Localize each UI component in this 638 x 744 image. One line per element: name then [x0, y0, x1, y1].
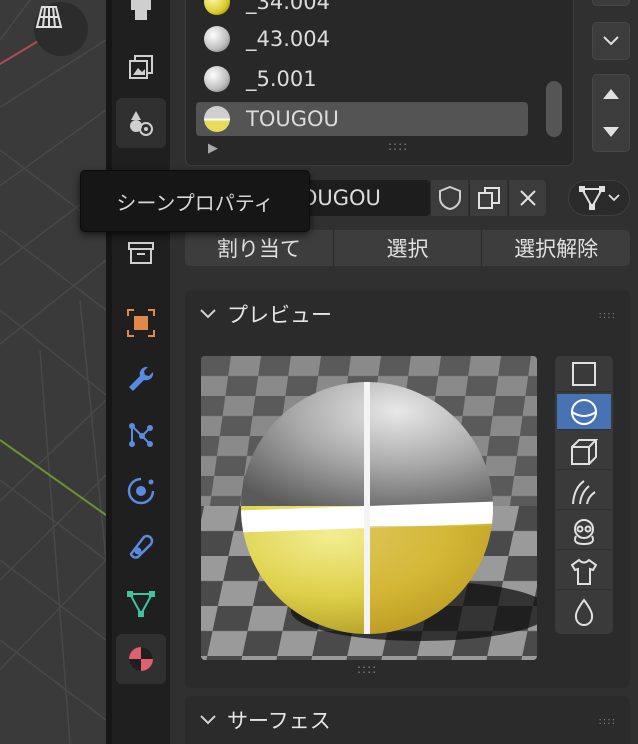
slot-name: TOUGOU [246, 107, 339, 131]
slot-move-buttons [592, 74, 630, 152]
collection-icon [128, 242, 154, 264]
slot-name: _5.001 [246, 67, 317, 91]
tab-tooltip: シーンプロパティ [80, 170, 310, 232]
cube-icon [571, 438, 598, 465]
fake-user-button[interactable] [430, 180, 468, 216]
preview-section: プレビュー :::::::: [185, 290, 630, 688]
shape-cloth-button[interactable] [557, 554, 611, 590]
render-icon [131, 0, 151, 20]
preview-section-header[interactable]: プレビュー [185, 290, 630, 338]
tab-physics[interactable] [116, 466, 166, 516]
shape-fluid-button[interactable] [557, 594, 611, 630]
close-icon [519, 190, 536, 206]
drag-handle-icon[interactable]: :::: [599, 716, 616, 727]
chevron-down-icon [603, 36, 619, 46]
shape-flat-button[interactable] [557, 356, 611, 392]
shape-sphere-button[interactable] [557, 394, 611, 430]
list-item[interactable]: _43.004 [196, 22, 528, 56]
wrench-icon [129, 366, 154, 391]
slot-name: _34.004 [246, 0, 330, 14]
particles-icon [129, 423, 153, 447]
tab-particles[interactable] [116, 410, 166, 460]
material-slot-list: _34.004 _43.004 _5.001 TOUGOU ▶ :::: [185, 0, 574, 166]
tab-object-data[interactable] [116, 578, 166, 628]
cloth-icon [570, 558, 598, 585]
tab-render[interactable] [116, 0, 166, 36]
surface-section-header[interactable]: サーフェス [185, 696, 630, 744]
shape-monkey-button[interactable] [557, 514, 611, 550]
tab-collection[interactable] [116, 228, 166, 278]
slot-specials-button[interactable] [592, 0, 630, 6]
surface-section: サーフェス :::: [185, 696, 630, 744]
viewport-grid [0, 0, 106, 744]
shape-hair-button[interactable] [557, 474, 611, 510]
tab-modifiers[interactable] [116, 354, 166, 404]
tab-material[interactable] [116, 634, 166, 684]
fluid-icon [574, 598, 594, 626]
move-up-icon[interactable] [602, 87, 620, 101]
preview-shape-selector [555, 356, 613, 634]
preview-sphere-image [201, 356, 537, 660]
duplicate-icon [477, 187, 500, 209]
monkey-icon [574, 518, 594, 545]
shield-icon [438, 185, 461, 211]
tab-scene[interactable] [116, 98, 166, 148]
grid-view-toggle[interactable] [34, 2, 88, 56]
list-item[interactable]: _34.004 [196, 0, 528, 19]
tab-constraints[interactable] [116, 522, 166, 572]
sphere-icon [571, 398, 597, 425]
material-ball-icon [204, 0, 230, 15]
material-ball-icon [204, 106, 230, 132]
3d-viewport[interactable] [0, 0, 106, 744]
move-down-icon[interactable] [602, 125, 620, 139]
mesh-data-icon [579, 186, 605, 210]
material-preview [201, 356, 537, 660]
properties-tabs [112, 0, 170, 744]
material-ball-icon [204, 66, 230, 92]
constraints-icon [129, 534, 154, 559]
section-title: プレビュー [227, 303, 332, 327]
section-title: サーフェス [227, 709, 331, 733]
link-type-dropdown[interactable] [568, 180, 630, 216]
grid-icon [35, 6, 63, 28]
tab-view-layer[interactable] [116, 42, 166, 92]
drag-handle-icon[interactable]: :::: [599, 310, 616, 321]
mesh-data-icon [127, 591, 155, 617]
hair-icon [572, 479, 596, 504]
chevron-down-icon [200, 715, 216, 725]
expand-arrow-icon[interactable]: ▶ [208, 141, 218, 156]
select-button[interactable]: 選択 [333, 230, 483, 266]
material-icon [129, 647, 153, 671]
slot-menu-button[interactable] [592, 22, 630, 60]
flat-icon [572, 361, 596, 386]
view-layer-icon [129, 55, 153, 79]
chevron-down-icon [608, 194, 620, 202]
scene-icon [130, 111, 153, 136]
slot-name: _43.004 [246, 27, 330, 51]
material-properties-panel: _34.004 _43.004 _5.001 TOUGOU ▶ :::: TOU… [170, 0, 638, 744]
tab-object[interactable] [116, 298, 166, 348]
list-item-selected[interactable]: TOUGOU [196, 102, 528, 136]
shape-cube-button[interactable] [557, 434, 611, 470]
chevron-down-icon [200, 309, 216, 319]
list-item[interactable]: _5.001 [196, 62, 528, 96]
duplicate-material-button[interactable] [469, 180, 507, 216]
material-ball-icon [204, 26, 230, 52]
physics-icon [127, 477, 155, 505]
deselect-button[interactable]: 選択解除 [482, 230, 631, 266]
assign-button[interactable]: 割り当て [185, 230, 334, 266]
object-icon [127, 309, 155, 337]
list-scrollbar[interactable] [546, 81, 562, 137]
unlink-material-button[interactable] [508, 180, 546, 216]
assign-button-row: 割り当て 選択 選択解除 [185, 230, 631, 266]
preview-resize-grip[interactable]: :::: [357, 662, 377, 676]
list-resize-grip[interactable]: :::: [388, 139, 408, 153]
